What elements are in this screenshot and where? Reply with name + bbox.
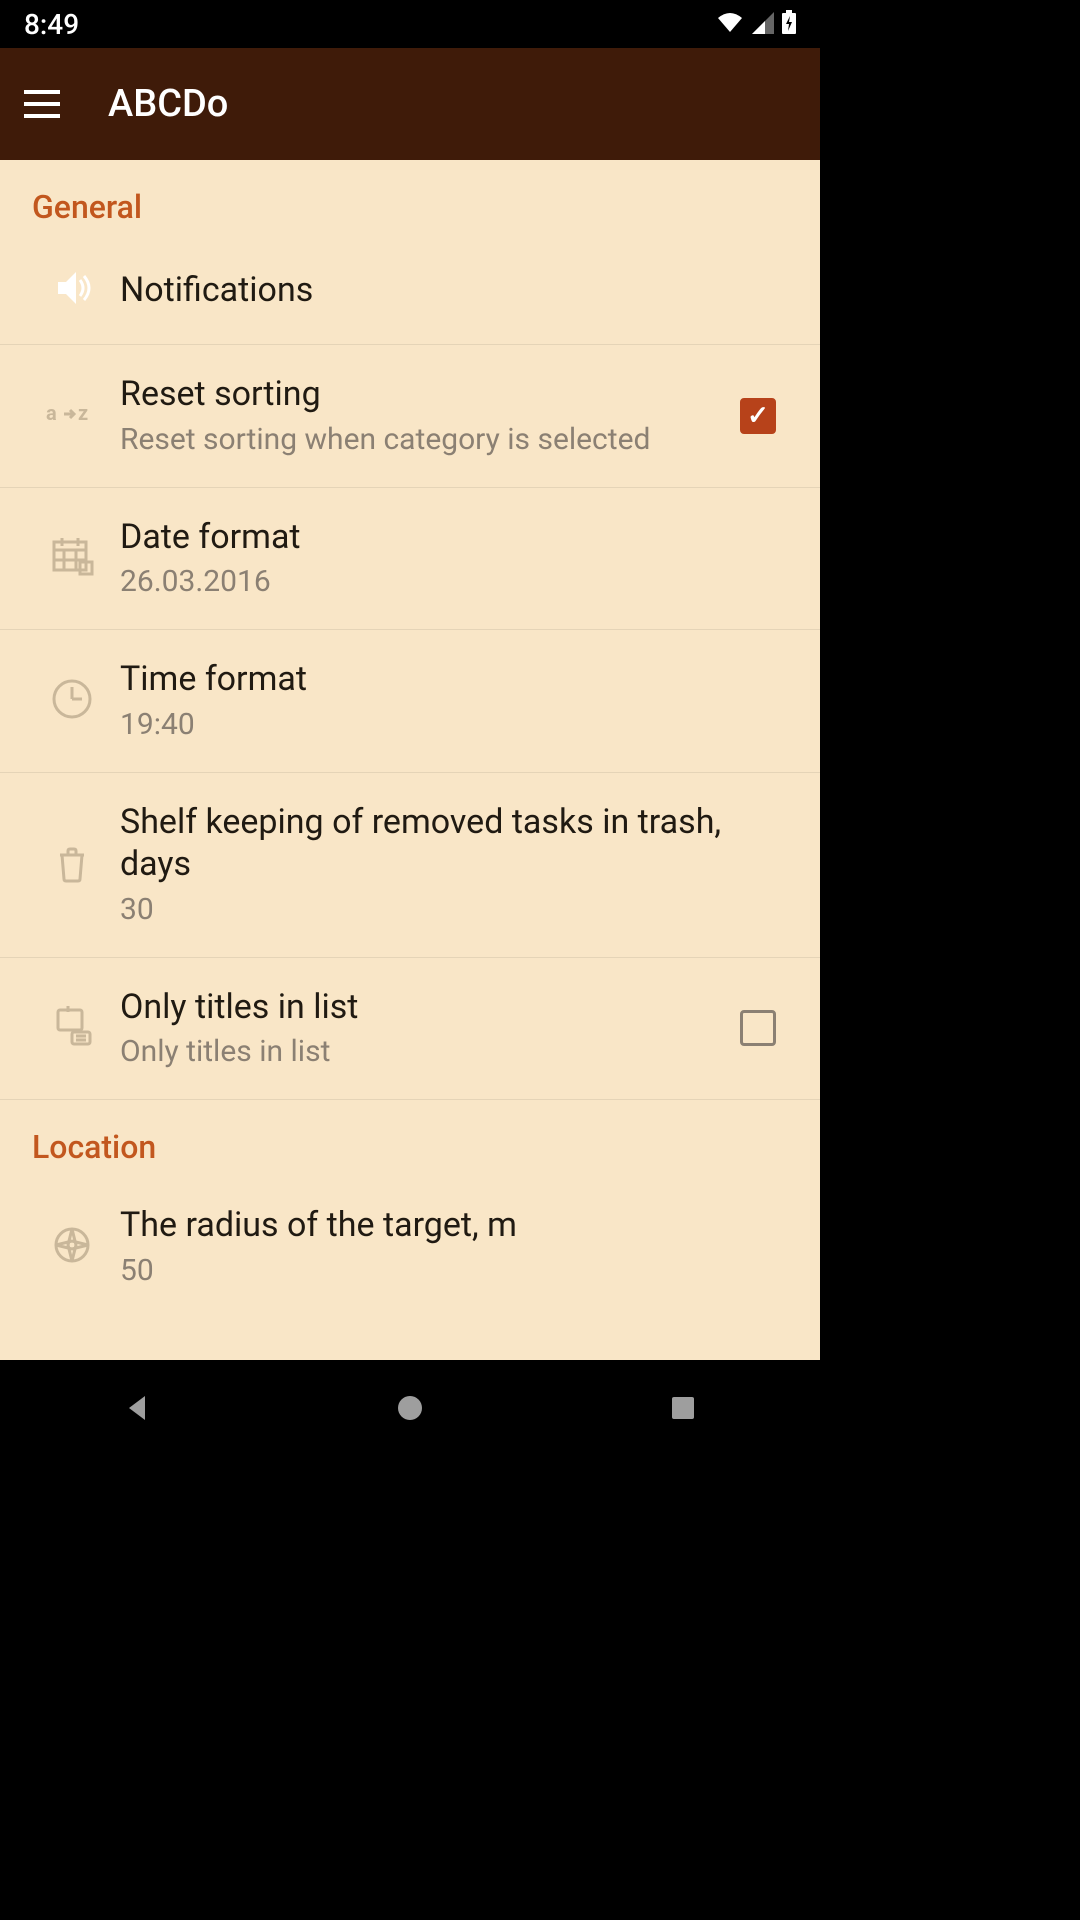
reset-sorting-title: Reset sorting	[120, 373, 712, 416]
calendar-icon	[48, 532, 96, 584]
app-title: ABCDo	[108, 82, 228, 126]
only-titles-subtitle: Only titles in list	[120, 1032, 712, 1071]
nav-back-button[interactable]	[107, 1378, 167, 1438]
row-notifications[interactable]: Notifications	[0, 236, 820, 345]
notifications-title: Notifications	[120, 269, 772, 312]
status-right	[716, 8, 796, 41]
status-bar: 8:49	[0, 0, 820, 48]
section-header-general: General	[0, 160, 820, 236]
screen: 8:49 ABCDo General	[0, 0, 820, 1456]
compass-icon	[48, 1221, 96, 1273]
nav-home-button[interactable]	[380, 1378, 440, 1438]
svg-text:a: a	[46, 401, 57, 425]
target-radius-title: The radius of the target, m	[120, 1204, 772, 1247]
nav-bar	[0, 1360, 820, 1456]
menu-button[interactable]	[24, 90, 60, 118]
only-titles-title: Only titles in list	[120, 986, 712, 1029]
target-radius-value: 50	[120, 1251, 772, 1290]
time-format-value: 19:40	[120, 705, 772, 744]
nav-recent-button[interactable]	[653, 1378, 713, 1438]
row-target-radius[interactable]: The radius of the target, m 50	[0, 1176, 820, 1318]
row-date-format[interactable]: Date format 26.03.2016	[0, 488, 820, 631]
trash-icon	[48, 839, 96, 891]
sort-az-icon: a z	[46, 400, 98, 432]
settings-list[interactable]: General Notifications	[0, 160, 820, 1360]
row-only-titles[interactable]: Only titles in list Only titles in list	[0, 958, 820, 1101]
status-time: 8:49	[24, 8, 79, 41]
time-format-title: Time format	[120, 658, 772, 701]
speaker-icon	[48, 264, 96, 316]
list-icon	[48, 1002, 96, 1054]
date-format-title: Date format	[120, 516, 772, 559]
section-header-location: Location	[0, 1100, 820, 1176]
shelf-keeping-value: 30	[120, 890, 772, 929]
row-time-format[interactable]: Time format 19:40	[0, 630, 820, 773]
app-bar: ABCDo	[0, 48, 820, 160]
reset-sorting-checkbox[interactable]	[740, 398, 776, 434]
date-format-value: 26.03.2016	[120, 562, 772, 601]
battery-icon	[782, 8, 796, 41]
svg-text:z: z	[78, 401, 88, 425]
only-titles-checkbox[interactable]	[740, 1010, 776, 1046]
clock-icon	[48, 675, 96, 727]
reset-sorting-subtitle: Reset sorting when category is selected	[120, 420, 712, 459]
row-reset-sorting[interactable]: a z Reset sorting Reset sorting when cat…	[0, 345, 820, 488]
cell-signal-icon	[752, 8, 774, 41]
row-shelf-keeping[interactable]: Shelf keeping of removed tasks in trash,…	[0, 773, 820, 958]
shelf-keeping-title: Shelf keeping of removed tasks in trash,…	[120, 801, 772, 886]
wifi-icon	[716, 8, 744, 41]
